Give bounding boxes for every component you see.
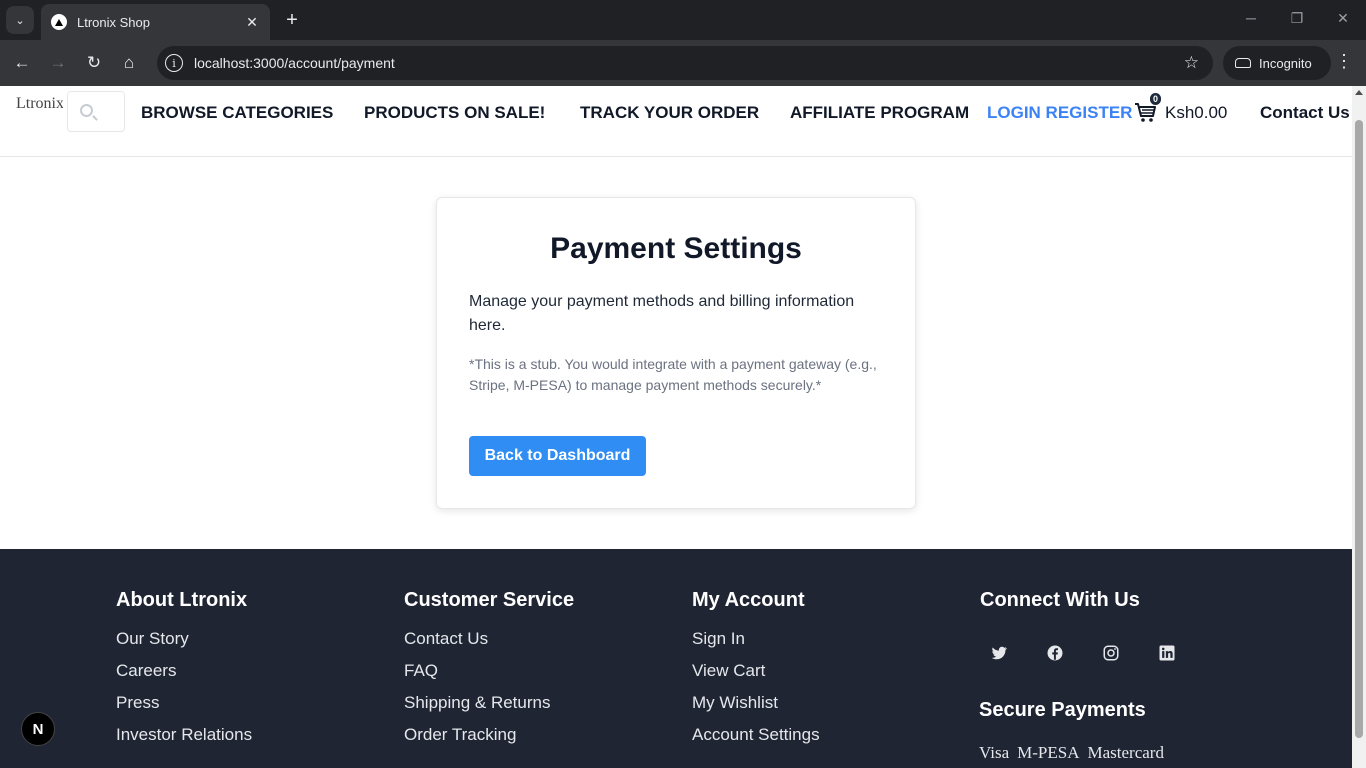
cart-total[interactable]: Ksh0.00 [1165, 103, 1227, 123]
nav-affiliate-program[interactable]: AFFILIATE PROGRAM [790, 103, 969, 123]
page-title: Payment Settings [550, 232, 802, 265]
browser-menu-icon[interactable]: ⋮ [1335, 51, 1353, 72]
footer-link-contact-us[interactable]: Contact Us [404, 629, 574, 661]
browser-toolbar: ← → ↻ ⌂ i localhost:3000/account/payment… [0, 40, 1366, 86]
nav-products-on-sale[interactable]: PRODUCTS ON SALE! [364, 103, 545, 123]
secure-payments-heading: Secure Payments [979, 699, 1146, 721]
url-text[interactable]: localhost:3000/account/payment [194, 55, 1184, 71]
nav-browse-categories[interactable]: BROWSE CATEGORIES [141, 103, 333, 123]
window-close-icon[interactable]: ✕ [1333, 10, 1353, 27]
tab-search-button[interactable]: ⌄ [6, 6, 34, 34]
footer-about-heading: About Ltronix [116, 589, 248, 611]
minimize-icon[interactable]: ─ [1241, 10, 1261, 26]
mpesa-logo: M-PESA [1017, 743, 1080, 762]
payment-settings-card: Payment Settings Manage your payment met… [436, 197, 916, 509]
search-input[interactable] [67, 91, 125, 132]
browser-tab[interactable]: Ltronix Shop ✕ [41, 4, 270, 40]
footer-service-heading: Customer Service [404, 589, 575, 611]
stub-note: *This is a stub. You would integrate wit… [469, 356, 877, 393]
footer-about-column: About Ltronix Our Story Careers Press In… [116, 589, 252, 757]
footer-link-our-story[interactable]: Our Story [116, 629, 252, 661]
footer-account-heading: My Account [692, 589, 805, 611]
visa-logo: Visa [979, 743, 1010, 762]
nav-track-your-order[interactable]: TRACK YOUR ORDER [580, 103, 759, 123]
mastercard-logo: Mastercard [1087, 743, 1164, 762]
social-links [990, 644, 1214, 662]
incognito-badge[interactable]: Incognito [1223, 46, 1331, 80]
site-header: Ltronix BROWSE CATEGORIES PRODUCTS ON SA… [0, 86, 1352, 157]
footer-link-faq[interactable]: FAQ [404, 661, 574, 693]
footer-link-account-settings[interactable]: Account Settings [692, 725, 820, 757]
scroll-up-arrow-icon[interactable] [1355, 90, 1363, 95]
twitter-icon[interactable] [990, 644, 1008, 662]
footer-link-sign-in[interactable]: Sign In [692, 629, 820, 661]
footer-link-shipping-returns[interactable]: Shipping & Returns [404, 693, 574, 725]
back-arrow-icon[interactable]: ← [11, 52, 33, 74]
address-bar[interactable]: i localhost:3000/account/payment ☆ [157, 46, 1213, 80]
footer-link-order-tracking[interactable]: Order Tracking [404, 725, 574, 757]
page-scrollbar[interactable] [1352, 86, 1366, 768]
footer-link-my-wishlist[interactable]: My Wishlist [692, 693, 820, 725]
footer-service-column: Customer Service Contact Us FAQ Shipping… [404, 589, 574, 757]
browser-tab-bar: ⌄ Ltronix Shop ✕ + ─ ❐ ✕ [0, 0, 1366, 40]
search-icon [80, 104, 93, 117]
cart-count-badge: 0 [1150, 93, 1162, 105]
favicon-icon [51, 14, 67, 30]
tab-close-icon[interactable]: ✕ [244, 14, 260, 31]
footer-link-press[interactable]: Press [116, 693, 252, 725]
nextjs-dev-indicator-icon[interactable]: N [21, 712, 55, 746]
instagram-icon[interactable] [1102, 644, 1120, 662]
contact-us-link[interactable]: Contact Us [1260, 103, 1350, 123]
site-info-icon[interactable]: i [165, 54, 183, 72]
restore-icon[interactable]: ❐ [1287, 10, 1307, 27]
forward-arrow-icon[interactable]: → [47, 52, 69, 74]
incognito-label: Incognito [1259, 55, 1312, 71]
footer-connect-column: Connect With Us [980, 589, 1140, 629]
footer-link-careers[interactable]: Careers [116, 661, 252, 693]
linkedin-icon[interactable] [1158, 644, 1176, 662]
footer-link-view-cart[interactable]: View Cart [692, 661, 820, 693]
login-register-link[interactable]: LOGIN REGISTER [987, 103, 1132, 123]
logo-image[interactable]: Ltronix [16, 94, 63, 134]
site-footer: About Ltronix Our Story Careers Press In… [0, 549, 1352, 768]
incognito-icon [1235, 58, 1251, 68]
tab-title: Ltronix Shop [77, 14, 150, 30]
scrollbar-thumb[interactable] [1355, 120, 1363, 738]
back-to-dashboard-button[interactable]: Back to Dashboard [469, 436, 646, 476]
facebook-icon[interactable] [1046, 644, 1064, 662]
footer-link-investor-relations[interactable]: Investor Relations [116, 725, 252, 757]
payment-logos: Visa M-PESA Mastercard [979, 743, 1172, 763]
card-description: Manage your payment methods and billing … [469, 293, 855, 334]
footer-connect-heading: Connect With Us [980, 589, 1140, 611]
reload-icon[interactable]: ↻ [83, 52, 105, 74]
new-tab-button[interactable]: + [282, 9, 302, 31]
footer-account-column: My Account Sign In View Cart My Wishlist… [692, 589, 820, 757]
bookmark-star-icon[interactable]: ☆ [1184, 53, 1199, 73]
home-icon[interactable]: ⌂ [118, 52, 140, 74]
